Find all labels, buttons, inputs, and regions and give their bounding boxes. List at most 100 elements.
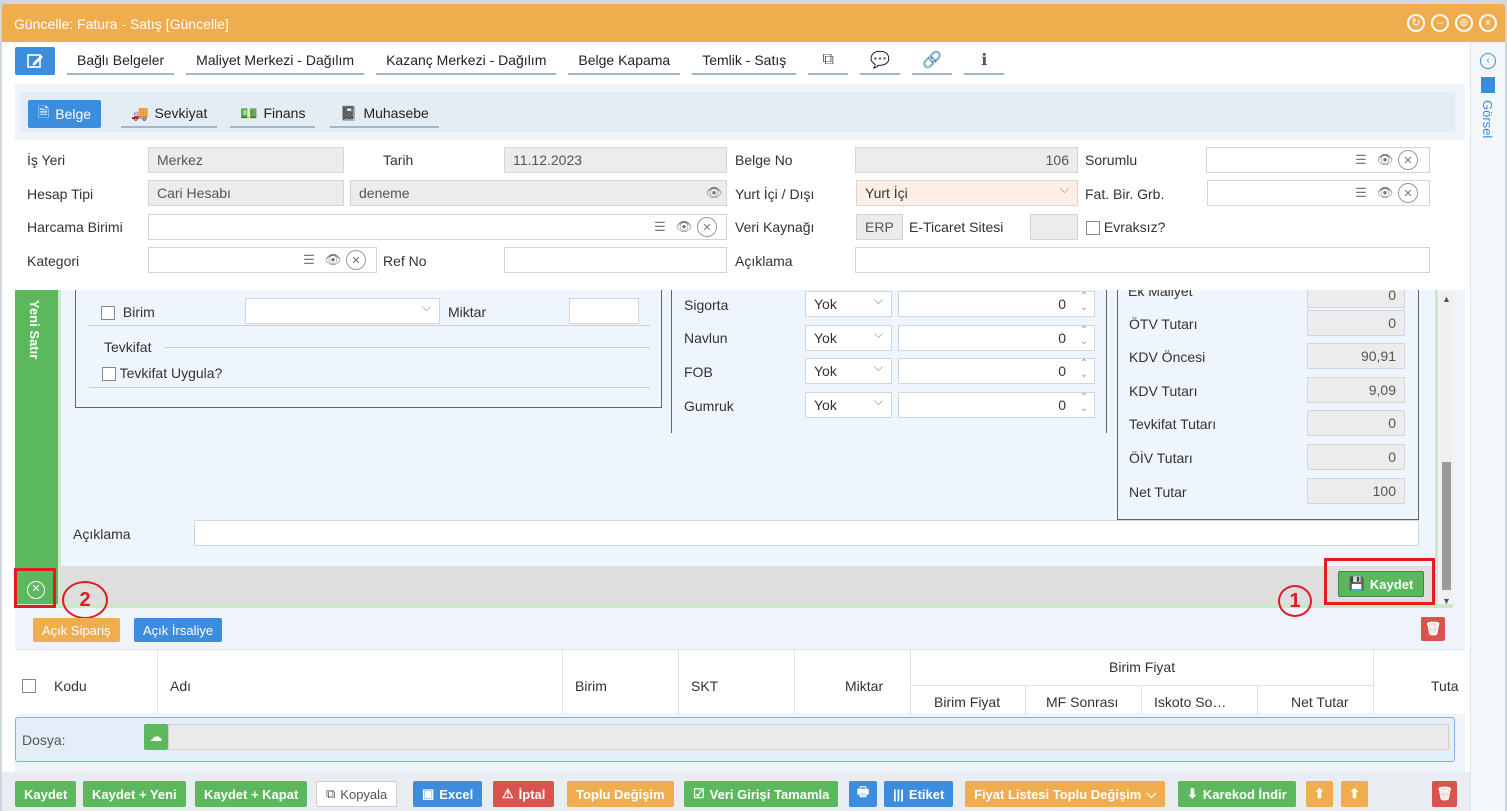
delete-rows-button[interactable]: 🗑 [1421,617,1445,641]
hesap-field[interactable]: deneme [350,180,727,206]
tab-finans[interactable]: 💵 Finans [230,100,316,128]
harcama-field[interactable] [148,214,727,240]
gumruk-select[interactable]: Yok [805,392,892,418]
fob-value[interactable]: 0 [898,358,1095,384]
kaydet-button[interactable]: Kaydet [15,781,77,807]
miktar-field[interactable] [569,298,639,324]
temlik-satis-button[interactable]: Temlik - Satış [692,47,797,75]
eticaret-field[interactable] [1030,214,1078,240]
sigorta-value[interactable]: 0 [898,291,1095,317]
tarih-label: Tarih [383,152,414,168]
refresh-icon[interactable]: ↻ [1407,14,1425,32]
comment-icon[interactable]: 💬 [860,47,901,75]
veri-field[interactable]: ERP [856,214,903,240]
evraksiz-check[interactable] [1086,221,1100,236]
veri-label: Veri Kaynağı [735,219,815,235]
collapse-left-icon[interactable]: ‹ [1480,53,1496,69]
refno-field[interactable] [504,247,727,273]
fiyat-listesi-button[interactable]: Fiyat Listesi Toplu Değişim ⌵ [965,781,1166,807]
upload-button-2[interactable]: ⬆ [1341,781,1368,807]
birim-check[interactable] [101,306,115,321]
list-icon[interactable]: ☰ [298,249,320,271]
link-icon[interactable]: 🔗 [912,47,953,75]
kaydet-kapat-button[interactable]: Kaydet + Kapat [195,781,308,807]
copy-icon[interactable]: ⧉ [808,47,849,75]
money-icon: 💵 [240,104,258,121]
kopyala-button[interactable]: ⧉ Kopyala [316,781,398,807]
acik-siparis-button[interactable]: Açık Sipariş [33,618,120,642]
clear-icon[interactable]: ✕ [1398,150,1418,170]
karekod-indir-button[interactable]: ⬇ Karekod İndir [1178,781,1296,807]
birim-select[interactable] [245,298,440,324]
tevkifat-check[interactable] [102,367,116,382]
clear-icon[interactable]: ✕ [1398,183,1418,203]
otv-value: 0 [1307,310,1405,336]
dosya-dropzone[interactable] [168,724,1449,750]
col-birim-fiyat[interactable]: Birim Fiyat [934,694,1000,710]
tevkifat-uygula-checkbox[interactable]: Tevkifat Uygula? [102,365,222,382]
navlun-select[interactable]: Yok [805,325,892,351]
toplu-degisim-button[interactable]: Toplu Değişim [567,781,674,807]
upload-button-1[interactable]: ⬆ [1306,781,1333,807]
bagli-belgeler-button[interactable]: Bağlı Belgeler [67,47,175,75]
col-skt[interactable]: SKT [691,678,718,694]
info-icon[interactable]: ℹ [964,47,1005,75]
minimize-icon[interactable]: – [1431,14,1449,32]
print-button[interactable]: 🖶 [849,781,877,807]
list-icon[interactable]: ☰ [1350,182,1372,204]
tab-sevkiyat[interactable]: 🚚 Sevkiyat [121,100,218,128]
excel-button[interactable]: ▣ Excel [413,781,483,807]
select-all-checkbox[interactable] [22,679,36,693]
col-kodu[interactable]: Kodu [54,678,87,694]
scrollbar[interactable] [1440,292,1453,598]
kaydet-yeni-button[interactable]: Kaydet + Yeni [83,781,186,807]
aciklama-field[interactable] [855,247,1430,273]
upload-button[interactable]: ☁ [144,724,168,750]
kazanc-merkezi-button[interactable]: Kazanç Merkezi - Dağılım [376,47,557,75]
etiket-button[interactable]: ||| Etiket [884,781,954,807]
col-mf-sonrasi[interactable]: MF Sonrası [1046,694,1118,710]
scroll-up-icon[interactable]: ▲ [1442,294,1451,304]
line-aciklama-field[interactable] [194,520,1419,546]
maximize-icon[interactable]: ⊕ [1455,14,1473,32]
eye-icon[interactable]: 👁 [673,216,695,238]
list-icon[interactable]: ☰ [649,216,671,238]
col-tutar[interactable]: Tuta [1431,678,1459,694]
delete-button[interactable]: 🗑 [1432,781,1457,807]
edit-button[interactable] [15,47,55,75]
fob-select[interactable]: Yok [805,358,892,384]
eye-icon[interactable]: 👁 [322,249,344,271]
birim-checkbox[interactable]: Birim [101,304,155,321]
close-icon[interactable]: × [1479,14,1497,32]
col-net-tutar[interactable]: Net Tutar [1291,694,1349,710]
yurt-select[interactable]: Yurt İçi [856,180,1078,206]
evraksiz-checkbox[interactable]: Evraksız? [1086,219,1165,236]
belge-kapama-button[interactable]: Belge Kapama [568,47,681,75]
eye-icon[interactable]: 👁 [703,182,725,204]
maliyet-merkezi-button[interactable]: Maliyet Merkezi - Dağılım [186,47,365,75]
gorsel-tab[interactable]: Görsel [1480,100,1495,138]
clear-icon[interactable]: ✕ [697,217,717,237]
eye-icon[interactable]: 👁 [1374,149,1396,171]
col-adi[interactable]: Adı [170,678,191,694]
list-icon[interactable]: ☰ [1350,149,1372,171]
eye-icon[interactable]: 👁 [1374,182,1396,204]
kdv-tutari-value: 9,09 [1307,377,1405,403]
is-yeri-field[interactable]: Merkez [148,147,344,173]
navlun-value[interactable]: 0 [898,325,1095,351]
iptal-button[interactable]: ⚠ İptal [493,781,555,807]
clear-icon[interactable]: ✕ [346,250,366,270]
belge-no-field[interactable]: 106 [855,147,1078,173]
tab-belge[interactable]: 🗎 Belge [28,100,102,128]
col-miktar[interactable]: Miktar [845,678,883,694]
veri-girisi-tamamla-button[interactable]: ☑ Veri Girişi Tamamla [684,781,839,807]
hesap-tipi-field[interactable]: Cari Hesabı [148,180,344,206]
col-birim[interactable]: Birim [575,678,607,694]
sigorta-select[interactable]: Yok [805,291,892,317]
acik-irsaliye-button[interactable]: Açık İrsaliye [134,618,223,642]
tarih-field[interactable]: 11.12.2023 [504,147,727,173]
tab-muhasebe[interactable]: 📓 Muhasebe [330,100,439,128]
col-iskoto[interactable]: Iskoto So… [1154,694,1226,710]
gumruk-value[interactable]: 0 [898,392,1095,418]
scroll-thumb[interactable] [1442,462,1451,590]
